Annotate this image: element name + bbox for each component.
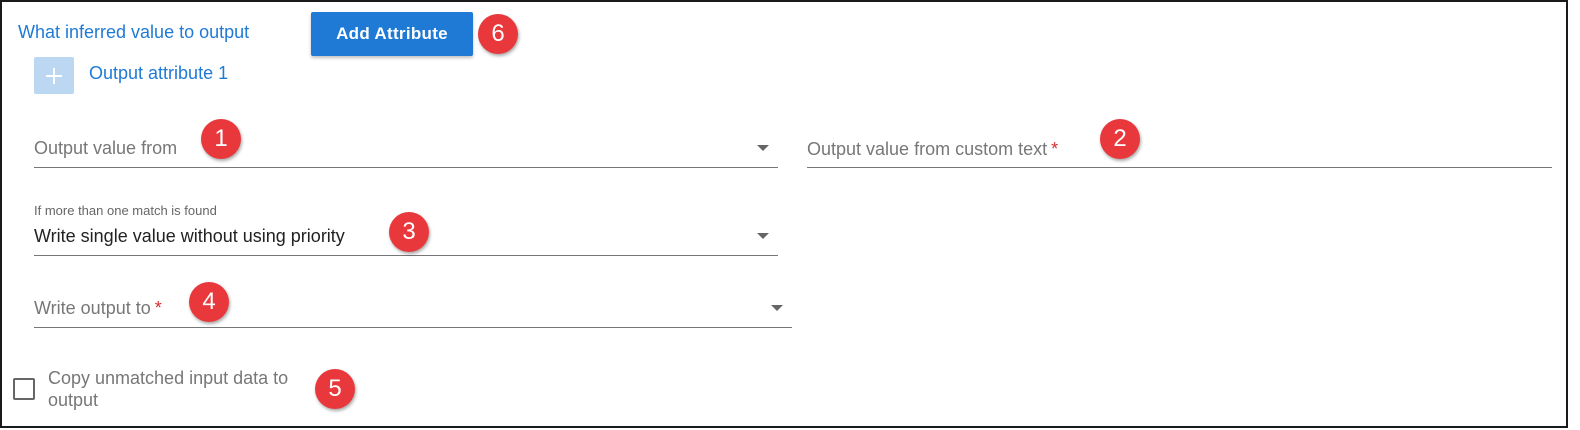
priority-value: Write single value without using priorit… [34, 226, 345, 246]
form-panel: What inferred value to output Add Attrib… [0, 0, 1568, 428]
custom-text-placeholder: Output value from custom text * [807, 139, 1059, 159]
output-value-from-select[interactable]: Output value from [34, 122, 778, 168]
chevron-down-icon [757, 233, 769, 239]
callout-badge-1: 1 [201, 119, 241, 159]
add-attribute-button[interactable]: Add Attribute [311, 12, 473, 56]
output-value-from-placeholder: Output value from [34, 138, 178, 158]
required-mark: * [1051, 139, 1059, 159]
section-title[interactable]: What inferred value to output [18, 22, 249, 43]
write-output-to-select[interactable]: Write output to * [34, 282, 792, 328]
callout-badge-5: 5 [315, 369, 355, 409]
callout-badge-4: 4 [189, 282, 229, 322]
chevron-down-icon [771, 305, 783, 311]
priority-label: If more than one match is found [34, 203, 217, 218]
copy-unmatched-label[interactable]: Copy unmatched input data to output [48, 367, 328, 411]
custom-text-field[interactable]: Output value from custom text * [807, 122, 1552, 168]
plus-icon [46, 67, 62, 84]
output-attribute-label[interactable]: Output attribute 1 [89, 63, 228, 84]
callout-badge-3: 3 [389, 212, 429, 252]
write-output-placeholder: Write output to * [34, 298, 162, 318]
required-mark: * [154, 298, 162, 318]
callout-badge-6: 6 [478, 14, 518, 54]
chevron-down-icon [757, 145, 769, 151]
add-output-attribute-button[interactable] [34, 57, 74, 94]
callout-badge-2: 2 [1100, 119, 1140, 159]
copy-unmatched-checkbox[interactable] [13, 378, 35, 400]
